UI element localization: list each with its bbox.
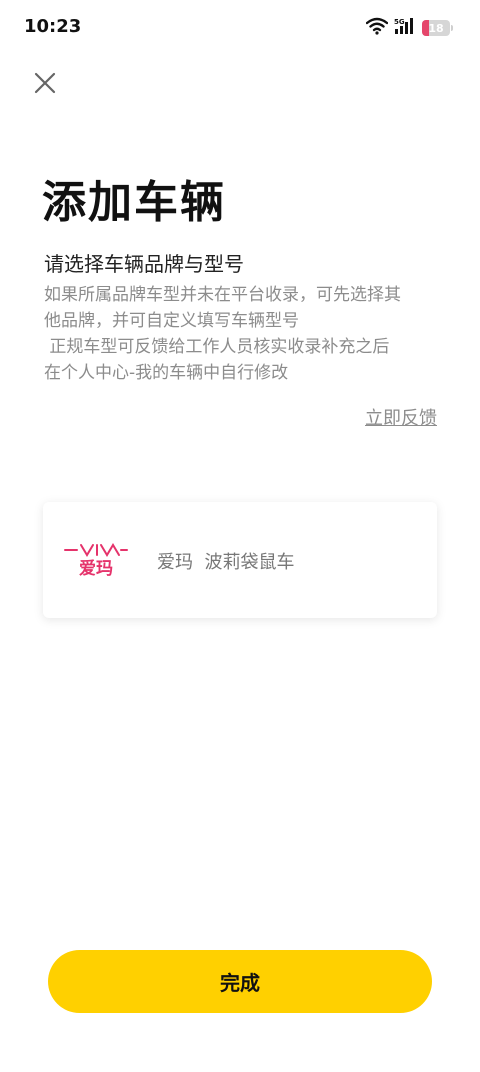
battery-icon: 18 [422,20,453,36]
description: 如果所属品牌车型并未在平台收录，可先选择其 他品牌，并可自定义填写车辆型号 正规… [44,282,444,386]
status-bar: 10:23 5G 18 [0,0,480,56]
status-icons: 5G 18 [365,17,453,39]
vehicle-card[interactable]: 爱玛 爱玛 波莉袋鼠车 [43,502,437,618]
subtitle: 请选择车辆品牌与型号 [44,252,244,276]
svg-text:爱玛: 爱玛 [79,558,113,579]
done-button[interactable]: 完成 [48,950,432,1013]
feedback-link[interactable]: 立即反馈 [365,404,437,430]
battery-level: 18 [428,21,444,35]
description-line: 正规车型可反馈给工作人员核实收录补充之后 [44,337,390,357]
signal-5g-icon: 5G [394,17,416,39]
svg-text:5G: 5G [394,18,405,26]
add-vehicle-screen: 10:23 5G 18 添加车辆 请选择车辆品牌与型号 如果所属品牌车型并未在平… [0,0,480,1072]
close-button[interactable] [30,68,60,98]
close-icon [34,72,56,94]
wifi-icon [365,17,389,39]
status-time: 10:23 [24,16,82,37]
description-line: 在个人中心-我的车辆中自行修改 [44,363,289,383]
page-title: 添加车辆 [42,177,226,228]
description-line: 如果所属品牌车型并未在平台收录，可先选择其 [44,285,401,305]
aima-logo: 爱玛 [63,542,129,582]
vehicle-name: 爱玛 波莉袋鼠车 [157,552,295,573]
description-line: 他品牌，并可自定义填写车辆型号 [44,311,299,331]
